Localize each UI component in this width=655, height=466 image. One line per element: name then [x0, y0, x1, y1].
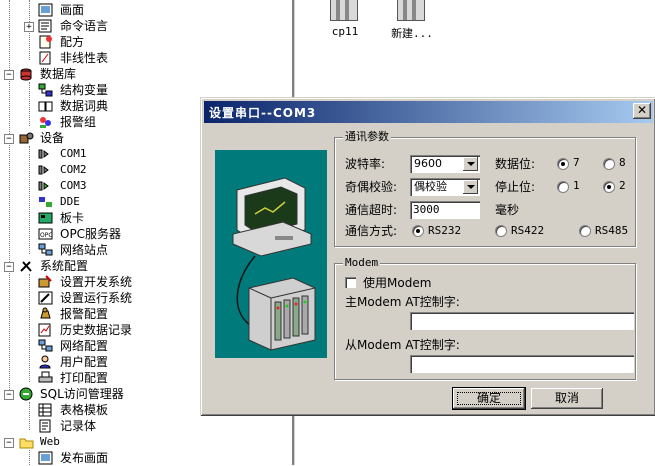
- timeout-label: 通信超时:: [345, 203, 398, 217]
- new-screen-item[interactable]: 新建...: [377, 0, 437, 40]
- opc-icon: OPC: [38, 228, 53, 240]
- struct-icon: [38, 83, 53, 97]
- tree-item[interactable]: 记录体: [0, 418, 290, 434]
- tree-item[interactable]: 结构变量: [0, 82, 290, 98]
- dev-system-icon: [38, 275, 52, 288]
- board-icon: [38, 212, 53, 224]
- stop-bits-label: 停止位:: [495, 180, 536, 194]
- tree-item[interactable]: 发布画面: [0, 450, 290, 466]
- slave-modem-input[interactable]: [410, 355, 634, 373]
- modem-legend: Modem: [343, 256, 381, 270]
- ok-button[interactable]: 确定: [452, 387, 526, 410]
- history-icon: [38, 323, 51, 337]
- master-modem-input[interactable]: [410, 312, 634, 330]
- use-modem-checkbox[interactable]: [345, 277, 356, 288]
- dictionary-icon: [38, 101, 53, 112]
- parity-select[interactable]: 偶校验: [410, 178, 480, 196]
- alarm-group-icon: [40, 117, 51, 128]
- svg-text:OPC: OPC: [40, 232, 53, 239]
- rs485-radio[interactable]: [579, 225, 591, 237]
- master-modem-label: 主Modem AT控制字:: [345, 295, 460, 309]
- dde-icon: [39, 197, 52, 207]
- database-icon: [20, 68, 32, 81]
- tree-item[interactable]: 配方: [0, 34, 290, 50]
- com-port-icon: [38, 165, 49, 175]
- data-bits-label: 数据位:: [495, 157, 536, 171]
- collapse-toggle[interactable]: −: [4, 390, 14, 400]
- screen-file-icon: [330, 0, 358, 21]
- device-icon: [19, 132, 34, 144]
- tree-item[interactable]: 画面: [0, 2, 290, 18]
- comm-mode-label: 通信方式:: [345, 224, 398, 238]
- modem-group: Modem 使用Modem 主Modem AT控制字: 从Modem AT控制字…: [334, 256, 636, 380]
- screen-file-icon: [397, 0, 425, 21]
- focus-rect: [457, 392, 521, 405]
- sql-icon: [19, 387, 33, 401]
- expand-toggle[interactable]: +: [24, 22, 34, 32]
- parity-label: 奇偶校验:: [345, 180, 398, 194]
- stop-bits-2-radio[interactable]: [603, 181, 615, 193]
- tools-icon: [20, 261, 32, 272]
- collapse-toggle[interactable]: −: [4, 262, 14, 272]
- data-bits-8-radio[interactable]: [603, 158, 615, 170]
- table-icon: [39, 51, 51, 65]
- tree-item[interactable]: + 命令语言: [0, 18, 290, 34]
- publish-icon: [38, 451, 53, 465]
- rs422-radio[interactable]: [495, 225, 507, 237]
- serial-port-dialog: 设置串口--COM3 ✕ 通讯参数 波特率: 9600 奇偶校验: 偶校验 通信…: [200, 97, 655, 416]
- user-icon: [39, 355, 51, 369]
- tree-item[interactable]: 非线性表: [0, 50, 290, 66]
- com-port-icon: [38, 181, 49, 191]
- command-icon: [38, 19, 52, 33]
- collapse-toggle[interactable]: −: [4, 70, 14, 80]
- close-button[interactable]: ✕: [633, 103, 651, 119]
- comm-params-group: 通讯参数 波特率: 9600 奇偶校验: 偶校验 通信超时: 3000 毫秒 数…: [334, 130, 636, 247]
- screen-file-item[interactable]: cp11: [310, 0, 370, 40]
- recipe-icon: [39, 35, 52, 49]
- com-port-icon: [38, 149, 49, 159]
- alarm-icon: [40, 307, 51, 319]
- tree-item[interactable]: − Web: [0, 434, 290, 450]
- close-icon: ✕: [636, 103, 648, 117]
- record-icon: [39, 419, 51, 433]
- cancel-button[interactable]: 取消: [531, 388, 603, 409]
- baud-rate-label: 波特率:: [345, 157, 386, 171]
- folder-icon: [19, 438, 34, 449]
- collapse-toggle[interactable]: −: [4, 438, 14, 448]
- baud-rate-select[interactable]: 9600: [410, 155, 480, 173]
- comm-params-legend: 通讯参数: [343, 130, 391, 144]
- device-illustration: [215, 150, 327, 358]
- stop-bits-1-radio[interactable]: [557, 181, 569, 193]
- tree-item[interactable]: − 数据库: [0, 66, 290, 82]
- slave-modem-label: 从Modem AT控制字:: [345, 338, 460, 352]
- dialog-titlebar[interactable]: 设置串口--COM3 ✕: [204, 101, 653, 123]
- dialog-title: 设置串口--COM3: [209, 106, 317, 120]
- rs232-radio[interactable]: [412, 225, 424, 237]
- collapse-toggle[interactable]: −: [4, 134, 14, 144]
- computer-plc-illustration: [232, 177, 316, 351]
- network-config-icon: [38, 339, 53, 352]
- timeout-unit: 毫秒: [495, 203, 520, 217]
- screen-icon: [38, 3, 53, 17]
- chevron-down-icon[interactable]: [463, 157, 478, 171]
- use-modem-label: 使用Modem: [363, 276, 432, 290]
- chevron-down-icon[interactable]: [463, 180, 478, 194]
- printer-icon: [38, 371, 53, 383]
- run-system-icon: [38, 291, 53, 305]
- data-bits-7-radio[interactable]: [557, 158, 569, 170]
- network-icon: [38, 243, 53, 256]
- table-template-icon: [38, 403, 52, 417]
- timeout-input[interactable]: 3000: [410, 201, 480, 219]
